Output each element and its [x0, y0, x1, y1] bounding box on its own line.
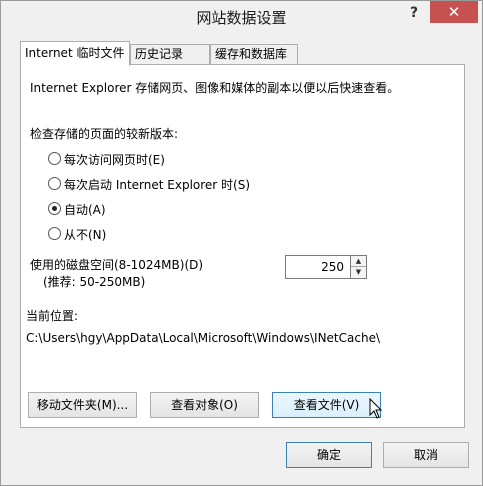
radio-automatic-label[interactable]: 自动(A) — [64, 201, 106, 218]
mouse-pointer-icon — [369, 398, 383, 419]
radio-every-visit-label[interactable]: 每次访问网页时(E) — [64, 151, 165, 168]
radio-every-start[interactable] — [48, 177, 61, 190]
radio-never[interactable] — [48, 227, 61, 240]
view-files-button[interactable]: 查看文件(V) — [272, 392, 381, 418]
radio-every-visit[interactable] — [48, 152, 61, 165]
disk-space-label: 使用的磁盘空间(8-1024MB)(D) — [30, 258, 204, 272]
current-location-label: 当前位置: — [26, 309, 79, 323]
disk-space-spinner: ▲ ▼ — [351, 255, 367, 279]
tab-panel — [20, 64, 465, 428]
check-versions-heading: 检查存储的页面的较新版本: — [30, 127, 179, 141]
current-location-path: C:\Users\hgy\AppData\Local\Microsoft\Win… — [26, 331, 380, 345]
description-text: Internet Explorer 存储网页、图像和媒体的副本以便以后快速查看。 — [30, 81, 400, 95]
title-bar: 网站数据设置 ? ✕ — [1, 1, 482, 32]
spin-down-arrow-icon[interactable]: ▼ — [351, 267, 366, 278]
tab-internet-temp-files[interactable]: Internet 临时文件 — [20, 41, 130, 66]
move-folder-button[interactable]: 移动文件夹(M)... — [28, 392, 137, 418]
radio-every-start-label[interactable]: 每次启动 Internet Explorer 时(S) — [64, 176, 250, 193]
tab-history[interactable]: 历史记录 — [130, 44, 210, 65]
close-button[interactable]: ✕ — [430, 1, 478, 23]
help-icon[interactable]: ? — [404, 3, 424, 23]
radio-never-label[interactable]: 从不(N) — [64, 226, 106, 243]
disk-space-input[interactable]: 250 — [285, 255, 351, 279]
disk-space-hint: (推荐: 50-250MB) — [43, 275, 146, 289]
radio-automatic[interactable] — [48, 202, 61, 215]
dialog-window: 网站数据设置 ? ✕ Internet 临时文件 历史记录 缓存和数据库 Int… — [0, 0, 483, 486]
tab-caches-databases[interactable]: 缓存和数据库 — [210, 44, 298, 65]
ok-button[interactable]: 确定 — [286, 442, 372, 468]
view-objects-button[interactable]: 查看对象(O) — [150, 392, 259, 418]
cancel-button[interactable]: 取消 — [383, 442, 469, 468]
spin-up-arrow-icon[interactable]: ▲ — [351, 256, 366, 267]
